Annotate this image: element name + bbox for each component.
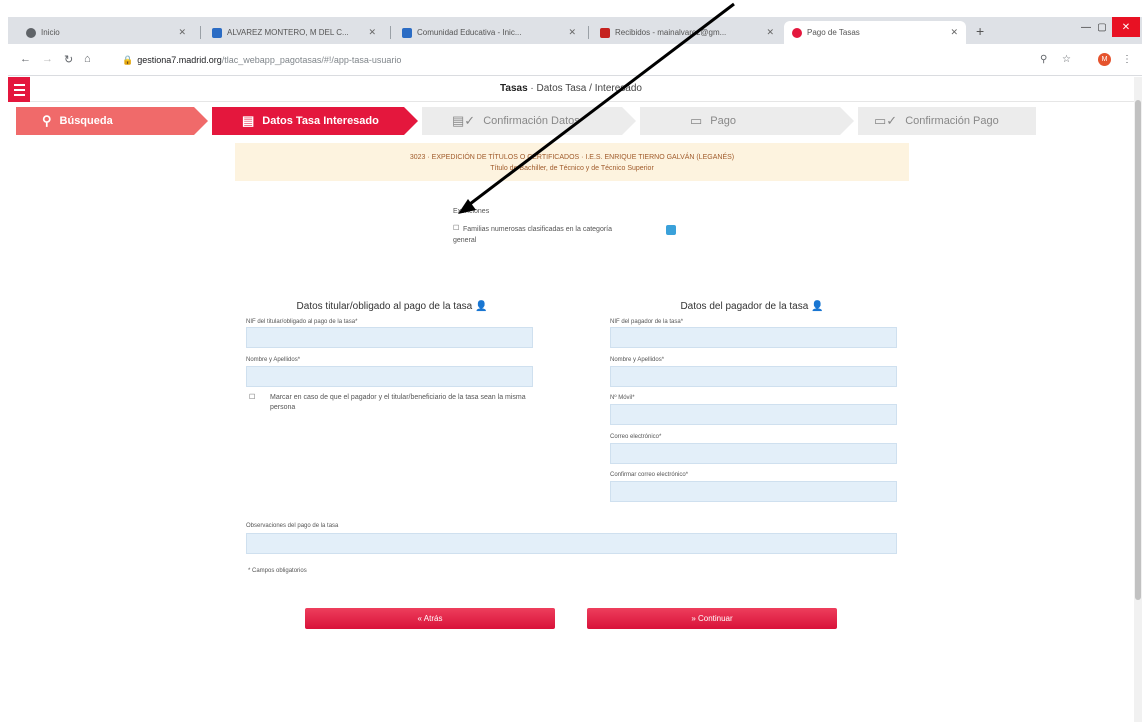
browser-tab[interactable]: Recibidos - mainalvarez@gm... ✕ (592, 21, 782, 44)
lock-icon: 🔒 (122, 55, 134, 65)
pagador-correo-input[interactable] (610, 443, 897, 464)
pagador-nif-input[interactable] (610, 327, 897, 348)
titular-nombre-input[interactable] (246, 366, 533, 387)
close-icon[interactable]: ✕ (946, 27, 958, 38)
pagador-nif-label: NIF del pagador de la tasa* (610, 319, 684, 325)
exencion-option-label: Familias numerosas clasificadas en la ca… (453, 226, 613, 244)
forward-arrow-icon[interactable]: → (42, 53, 53, 65)
pagador-confirmar-correo-input[interactable] (610, 481, 897, 502)
step-datos-tasa: ▤ Datos Tasa Interesado (212, 107, 404, 135)
close-icon[interactable]: ✕ (174, 27, 186, 38)
site-icon (792, 27, 802, 38)
info-icon[interactable] (666, 225, 676, 235)
step-arrow (622, 107, 636, 135)
close-icon[interactable]: ✕ (364, 27, 376, 38)
pagador-confirmar-correo-label: Confirmar correo electrónico* (610, 472, 689, 478)
globe-icon (26, 27, 36, 38)
exenciones-title: Exenciones (453, 208, 490, 215)
tab-separator (200, 26, 201, 39)
same-person-checkbox[interactable]: ☐ (249, 393, 255, 403)
observaciones-label: Observaciones del pago de la tasa (246, 523, 339, 529)
step-confirmacion-datos: ▤✓ Confirmación Datos (422, 107, 622, 135)
star-icon[interactable]: ☆ (1062, 54, 1071, 65)
window-icon (402, 27, 412, 38)
user-icon: 👤 (811, 301, 824, 312)
tab-separator (390, 26, 391, 39)
tab-label: Inicio (41, 28, 60, 37)
step-arrow (404, 107, 418, 135)
back-arrow-icon[interactable]: ← (20, 53, 31, 65)
pagador-correo-label: Correo electrónico* (610, 434, 662, 440)
titular-nif-label: NIF del titular/obligado al pago de la t… (246, 319, 358, 325)
tab-label: Recibidos - mainalvarez@gm... (615, 28, 727, 37)
address-bar[interactable]: 🔒 gestiona7.madrid.org/tlac_webapp_pagota… (122, 55, 401, 66)
exenciones-group: Exenciones ☐ Familias numerosas clasific… (453, 208, 653, 244)
step-busqueda[interactable]: ⚲ Búsqueda (16, 107, 194, 135)
scrollbar-thumb[interactable] (1135, 100, 1141, 600)
tasa-info-banner: 3023 · EXPEDICIÓN DE TÍTULOS O CERTIFICA… (235, 143, 909, 181)
reload-icon[interactable]: ↻ (64, 53, 73, 66)
home-icon[interactable]: ⌂ (84, 53, 91, 65)
titular-nif-input[interactable] (246, 327, 533, 348)
tasa-info-subline: Título de Bachiller, de Técnico y de Téc… (490, 165, 654, 172)
tab-separator (588, 26, 589, 39)
profile-avatar[interactable]: M (1098, 53, 1111, 66)
document-icon (212, 27, 222, 38)
titular-nombre-label: Nombre y Apellidos* (246, 357, 301, 363)
pagador-nombre-label: Nombre y Apellidos* (610, 357, 665, 363)
pagador-movil-input[interactable] (610, 404, 897, 425)
tasa-info-line: 3023 · EXPEDICIÓN DE TÍTULOS O CERTIFICA… (409, 154, 735, 161)
step-indicator: ⚲ Búsqueda ▤ Datos Tasa Interesado ▤✓ Co… (16, 107, 1036, 135)
close-icon[interactable]: ✕ (762, 27, 774, 38)
step-arrow (840, 107, 854, 135)
window-close-icon[interactable]: ✕ (1112, 17, 1140, 37)
id-card-check-icon: ▤✓ (452, 113, 476, 128)
browser-tab[interactable]: ALVAREZ MONTERO, M DEL C... ✕ (204, 21, 384, 44)
tab-label: Pago de Tasas (807, 28, 860, 37)
page: Tasas · Datos Tasa / Interesado ⚲ Búsque… (8, 77, 1134, 722)
new-tab-icon[interactable]: + (976, 23, 984, 39)
pagador-section-title: Datos del pagador de la tasa 👤 (680, 301, 824, 312)
credit-card-check-icon: ▭✓ (874, 113, 898, 128)
menu-dots-icon[interactable]: ⋮ (1122, 54, 1132, 65)
back-button[interactable]: « Atrás (305, 608, 555, 629)
pagador-nombre-input[interactable] (610, 366, 897, 387)
credit-card-icon: ▭ (690, 113, 703, 128)
tab-label: ALVAREZ MONTERO, M DEL C... (227, 28, 349, 37)
browser-tab-active[interactable]: Pago de Tasas ✕ (784, 21, 966, 44)
step-confirmacion-pago: ▭✓ Confirmación Pago (858, 107, 1036, 135)
browser-tab[interactable]: Comunidad Educativa - Inic... ✕ (394, 21, 584, 44)
page-title: Tasas · Datos Tasa / Interesado (500, 83, 642, 94)
browser-toolbar: ← → ↻ ⌂ 🔒 gestiona7.madrid.org/tlac_webap… (8, 44, 1142, 76)
close-icon[interactable]: ✕ (564, 27, 576, 38)
app-header: Tasas · Datos Tasa / Interesado (8, 77, 1134, 102)
same-person-label: Marcar en caso de que el pagador y el ti… (270, 394, 526, 411)
search-icon: ⚲ (42, 113, 52, 128)
url-host: gestiona7.madrid.org (137, 55, 222, 65)
step-pago: ▭ Pago (640, 107, 840, 135)
tab-label: Comunidad Educativa - Inic... (417, 28, 522, 37)
mail-icon (600, 27, 610, 38)
browser-tab-strip: Inicio ✕ ALVAREZ MONTERO, M DEL C... ✕ C… (8, 17, 1142, 44)
user-icon: 👤 (475, 301, 488, 312)
pagador-movil-label: Nº Móvil* (610, 395, 635, 401)
id-card-icon: ▤ (242, 113, 255, 128)
observaciones-input[interactable] (246, 533, 897, 554)
url-path: /tlac_webapp_pagotasas/#!/app-tasa-usuar… (221, 55, 402, 65)
required-fields-note: * Campos obligatorios (248, 568, 307, 574)
zoom-icon[interactable]: ⚲ (1040, 54, 1047, 65)
titular-section-title: Datos titular/obligado al pago de la tas… (296, 301, 488, 312)
browser-tab[interactable]: Inicio ✕ (18, 21, 194, 44)
continue-button[interactable]: » Continuar (587, 608, 837, 629)
step-arrow (194, 107, 208, 135)
